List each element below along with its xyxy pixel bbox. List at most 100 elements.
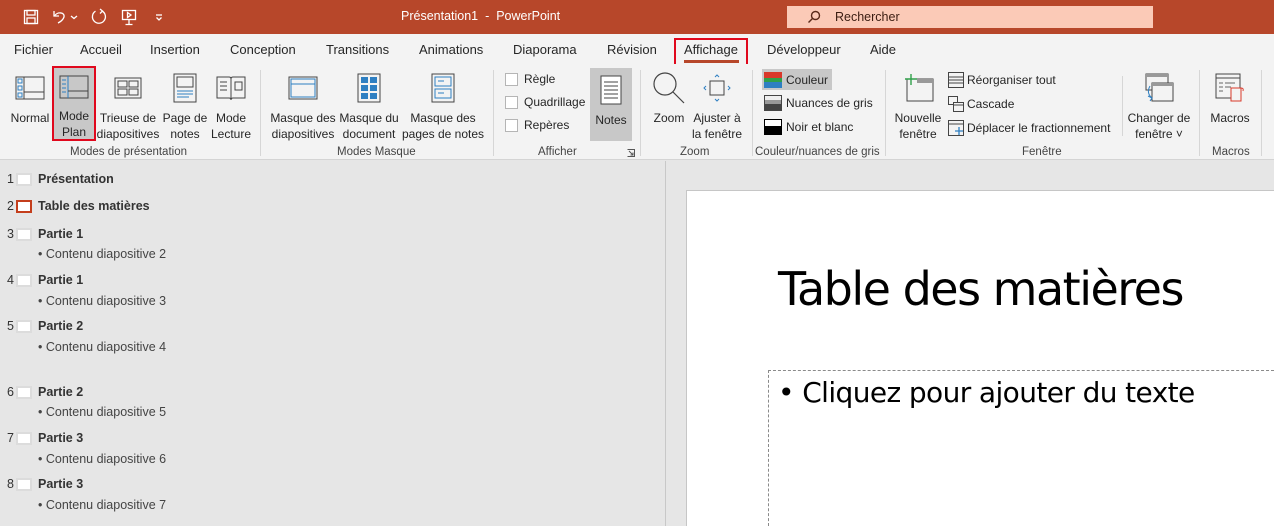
group-separator: [493, 70, 494, 156]
outline-slide-8[interactable]: 8 Partie 3: [0, 477, 83, 491]
slide-title[interactable]: Table des matières: [38, 199, 150, 213]
undo-button[interactable]: [48, 6, 82, 28]
notes-master-button[interactable]: Masque des pages de notes: [402, 70, 484, 142]
ruler-checkbox[interactable]: Règle: [505, 72, 555, 86]
slide-bullet[interactable]: • Contenu diapositive 5: [38, 405, 166, 419]
outline-slide-6[interactable]: 6 Partie 2: [0, 385, 83, 399]
tab-developpeur[interactable]: Développeur: [767, 42, 841, 57]
slide-bullet[interactable]: • Contenu diapositive 4: [38, 340, 166, 354]
slide-bullet[interactable]: • Contenu diapositive 7: [38, 498, 166, 512]
cascade-label: Cascade: [967, 97, 1015, 111]
slide-title[interactable]: Partie 3: [38, 477, 83, 491]
new-window-button[interactable]: Nouvelle fenêtre: [892, 70, 944, 142]
normal-view-button[interactable]: Normal: [8, 70, 52, 126]
checkbox-icon[interactable]: [505, 118, 518, 132]
slide-number: 1: [7, 172, 14, 186]
tab-transitions[interactable]: Transitions: [326, 42, 389, 57]
macros-button[interactable]: Macros: [1206, 70, 1254, 126]
slide-number: 3: [7, 227, 14, 241]
slide-sorter-label: Trieuse de diapositives: [96, 111, 160, 141]
outline-slide-7[interactable]: 7 Partie 3: [0, 431, 83, 445]
slide-bullet[interactable]: • Contenu diapositive 3: [38, 294, 166, 308]
checkbox-icon[interactable]: [505, 72, 518, 86]
slide-bullet[interactable]: • Contenu diapositive 6: [38, 452, 166, 466]
customize-qat-button[interactable]: [146, 6, 172, 28]
slide-bullet[interactable]: • Contenu diapositive 2: [38, 247, 166, 261]
fit-to-window-button[interactable]: Ajuster à la fenêtre: [690, 70, 744, 142]
tab-accueil[interactable]: Accueil: [80, 42, 122, 57]
slide-icon[interactable]: [16, 273, 32, 287]
slide-number: 5: [7, 319, 14, 333]
checkbox-icon[interactable]: [505, 95, 518, 109]
handout-master-button[interactable]: Masque du document: [338, 70, 400, 142]
slide-icon[interactable]: [16, 227, 32, 241]
slide-sorter-button[interactable]: Trieuse de diapositives: [96, 70, 160, 142]
tab-diaporama[interactable]: Diaporama: [513, 42, 577, 57]
outline-slide-4[interactable]: 4 Partie 1: [0, 273, 83, 287]
slide-title-placeholder[interactable]: Table des matières: [778, 262, 1184, 316]
black-white-label: Noir et blanc: [786, 120, 854, 134]
group-label-zoom: Zoom: [680, 146, 710, 158]
notes-button[interactable]: Notes: [590, 68, 632, 141]
save-button[interactable]: [18, 6, 44, 28]
notes-page-button[interactable]: Page de notes: [162, 70, 208, 142]
slide-icon[interactable]: [16, 319, 32, 333]
tab-highlight-annotation: [674, 38, 748, 66]
grayscale-label: Nuances de gris: [786, 96, 873, 110]
group-label-window: Fenêtre: [1022, 146, 1062, 158]
guides-checkbox[interactable]: Repères: [505, 118, 569, 132]
slide-master-button[interactable]: Masque des diapositives: [270, 70, 336, 142]
color-button[interactable]: Couleur: [762, 69, 833, 90]
customize-icon: [156, 14, 162, 21]
outline-slide-5[interactable]: 5 Partie 2: [0, 319, 83, 333]
tab-conception[interactable]: Conception: [230, 42, 296, 57]
grayscale-button[interactable]: Nuances de gris: [764, 95, 873, 111]
move-split-button[interactable]: Déplacer le fractionnement: [948, 120, 1110, 136]
start-presentation-button[interactable]: [116, 6, 142, 28]
normal-view-label: Normal: [10, 111, 50, 125]
slide-icon[interactable]: [16, 477, 32, 491]
fit-to-window-label: Ajuster à la fenêtre: [691, 111, 743, 141]
tab-fichier[interactable]: Fichier: [14, 42, 53, 57]
tab-revision[interactable]: Révision: [607, 42, 657, 57]
slide-icon[interactable]: [16, 385, 32, 399]
tab-insertion[interactable]: Insertion: [150, 42, 200, 57]
outline-slide-3[interactable]: 3 Partie 1: [0, 227, 83, 241]
macros-icon: [1215, 73, 1244, 102]
slide-title[interactable]: Partie 3: [38, 431, 83, 445]
slide-master-icon: [288, 76, 318, 100]
content-placeholder-text[interactable]: • Cliquez pour ajouter du texte: [778, 376, 1195, 409]
slide-title[interactable]: Présentation: [38, 172, 114, 186]
ruler-label: Règle: [524, 72, 556, 86]
tab-aide[interactable]: Aide: [870, 42, 896, 57]
switch-window-button[interactable]: Changer de fenêtre ˅: [1126, 70, 1192, 142]
dialog-launcher-icon[interactable]: [627, 149, 635, 157]
tab-animations[interactable]: Animations: [419, 42, 483, 57]
cascade-icon: [948, 96, 964, 112]
group-label-macros: Macros: [1212, 146, 1250, 158]
group-separator: [752, 70, 753, 156]
reading-view-button[interactable]: Mode Lecture: [209, 70, 253, 142]
gridlines-checkbox[interactable]: Quadrillage: [505, 95, 585, 109]
outline-slide-1[interactable]: 1 Présentation: [0, 172, 114, 186]
slide-icon[interactable]: [16, 431, 32, 445]
arrange-all-button[interactable]: Réorganiser tout: [948, 72, 1056, 88]
group-label-master-modes: Modes Masque: [337, 146, 416, 158]
new-window-icon: [905, 74, 934, 102]
slide-title[interactable]: Partie 1: [38, 227, 83, 241]
black-white-button[interactable]: Noir et blanc: [764, 119, 853, 135]
arrange-all-label: Réorganiser tout: [967, 73, 1056, 87]
group-label-show: Afficher: [538, 146, 577, 158]
slide-icon[interactable]: [16, 172, 32, 186]
slide-icon-selected[interactable]: [16, 199, 32, 213]
cascade-button[interactable]: Cascade: [948, 96, 1014, 112]
slide-title[interactable]: Partie 2: [38, 385, 83, 399]
slide-title[interactable]: Partie 1: [38, 273, 83, 287]
zoom-button[interactable]: Zoom: [648, 70, 690, 126]
redo-button[interactable]: [86, 6, 112, 28]
group-separator: [885, 70, 886, 156]
black-white-icon: [764, 119, 782, 135]
outline-slide-2[interactable]: 2 Table des matières: [0, 199, 150, 213]
search-box[interactable]: Rechercher: [787, 6, 1153, 28]
slide-title[interactable]: Partie 2: [38, 319, 83, 333]
